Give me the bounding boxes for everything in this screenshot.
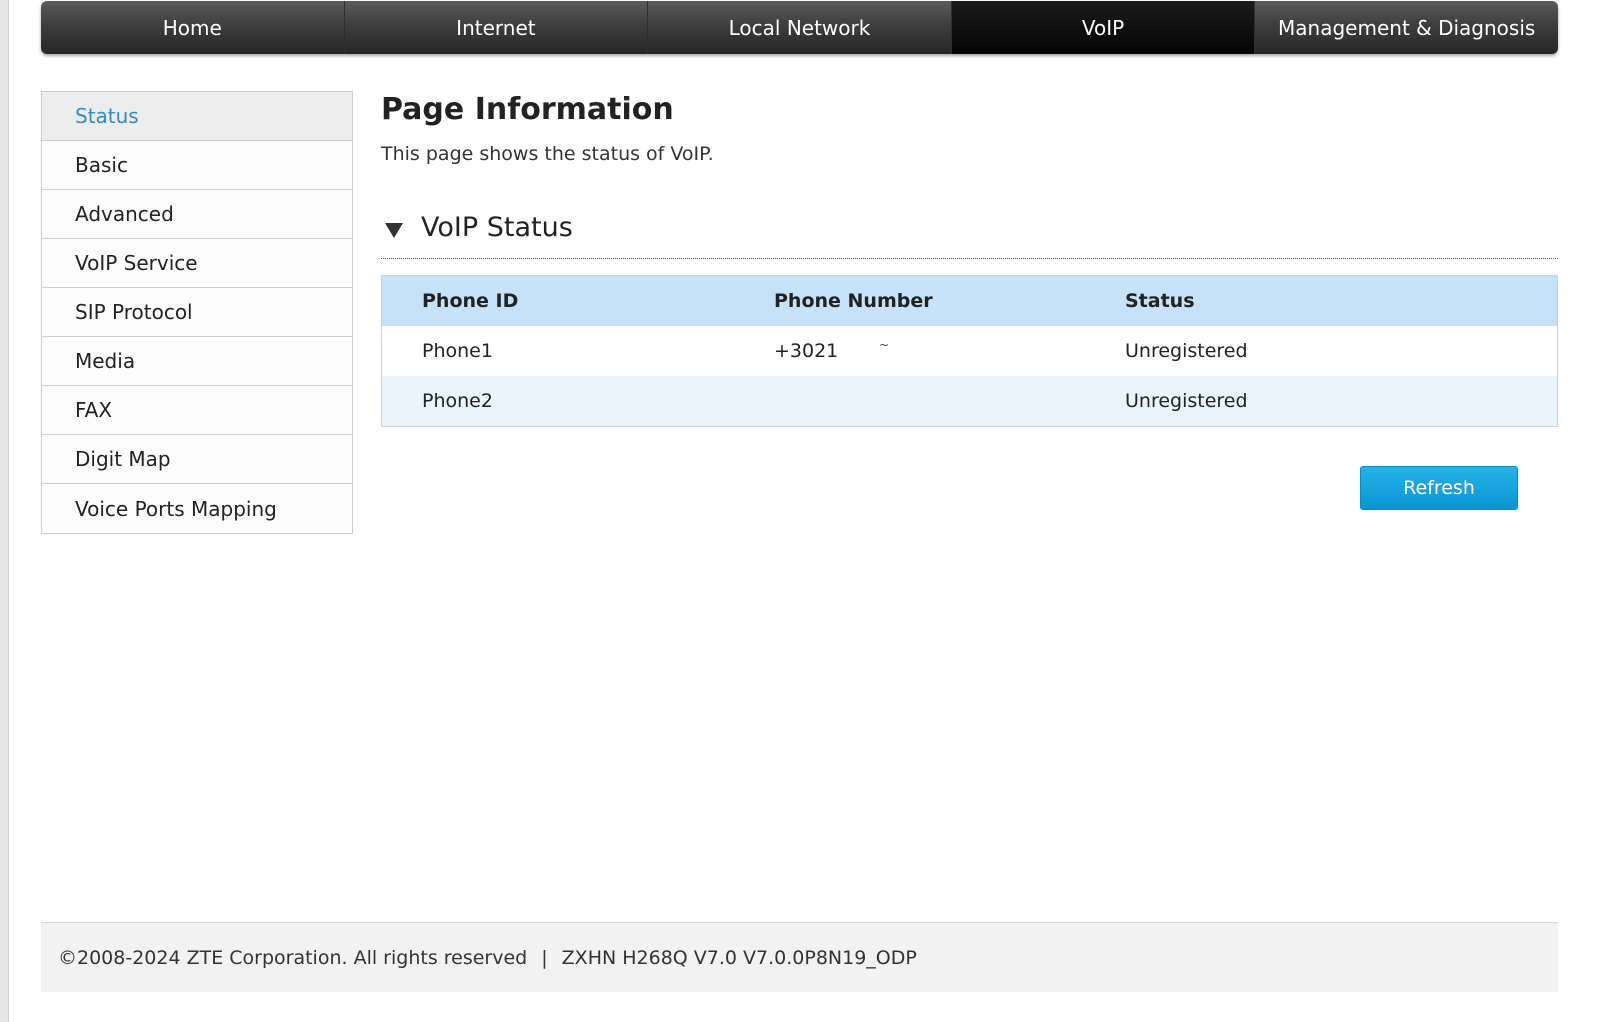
nav-management-diagnosis[interactable]: Management & Diagnosis: [1255, 1, 1558, 54]
footer-model-version: ZXHN H268Q V7.0 V7.0.0P8N19_ODP: [561, 946, 917, 969]
window-left-edge: [0, 0, 9, 1022]
table-row: Phone2 Unregistered: [382, 376, 1557, 426]
header-status: Status: [1125, 290, 1195, 312]
redaction-mark: ~: [879, 338, 890, 352]
header-phone-number: Phone Number: [774, 290, 933, 312]
phone-id-cell: Phone1: [422, 340, 493, 362]
nav-home[interactable]: Home: [41, 1, 345, 54]
triangle-down-icon[interactable]: [385, 223, 403, 238]
nav-voip[interactable]: VoIP: [951, 1, 1256, 54]
voip-status-section-header[interactable]: VoIP Status: [381, 210, 1558, 259]
phone-number-cell: +3021 ~: [734, 338, 1085, 362]
phone-number-value: +3021: [774, 340, 839, 362]
phone-id-cell: Phone2: [422, 390, 493, 412]
nav-internet[interactable]: Internet: [345, 1, 649, 54]
page-title: Page Information: [381, 92, 674, 127]
top-navigation: Home Internet Local Network VoIP Managem…: [41, 1, 1558, 54]
table-header-row: Phone ID Phone Number Status: [382, 276, 1557, 326]
footer: ©2008-2024 ZTE Corporation. All rights r…: [41, 922, 1558, 992]
refresh-button[interactable]: Refresh: [1360, 466, 1518, 510]
section-title: VoIP Status: [421, 212, 573, 243]
sidebar-item-fax[interactable]: FAX: [42, 386, 352, 435]
sidebar-item-status[interactable]: Status: [42, 92, 352, 141]
sidebar-item-voip-service[interactable]: VoIP Service: [42, 239, 352, 288]
voip-status-table: Phone ID Phone Number Status Phone1 +302…: [381, 275, 1558, 427]
status-cell: Unregistered: [1125, 340, 1248, 362]
sidebar: Status Basic Advanced VoIP Service SIP P…: [41, 91, 353, 534]
page-description: This page shows the status of VoIP.: [381, 143, 714, 165]
sidebar-item-voice-ports-mapping[interactable]: Voice Ports Mapping: [42, 484, 352, 533]
sidebar-item-digit-map[interactable]: Digit Map: [42, 435, 352, 484]
sidebar-item-advanced[interactable]: Advanced: [42, 190, 352, 239]
status-cell: Unregistered: [1125, 390, 1248, 412]
footer-copyright: ©2008-2024 ZTE Corporation. All rights r…: [58, 946, 528, 969]
header-phone-id: Phone ID: [422, 290, 519, 312]
sidebar-item-media[interactable]: Media: [42, 337, 352, 386]
nav-local-network[interactable]: Local Network: [648, 1, 952, 54]
sidebar-item-basic[interactable]: Basic: [42, 141, 352, 190]
table-row: Phone1 +3021 ~ Unregistered: [382, 326, 1557, 376]
footer-separator: |: [541, 946, 548, 969]
sidebar-item-sip-protocol[interactable]: SIP Protocol: [42, 288, 352, 337]
